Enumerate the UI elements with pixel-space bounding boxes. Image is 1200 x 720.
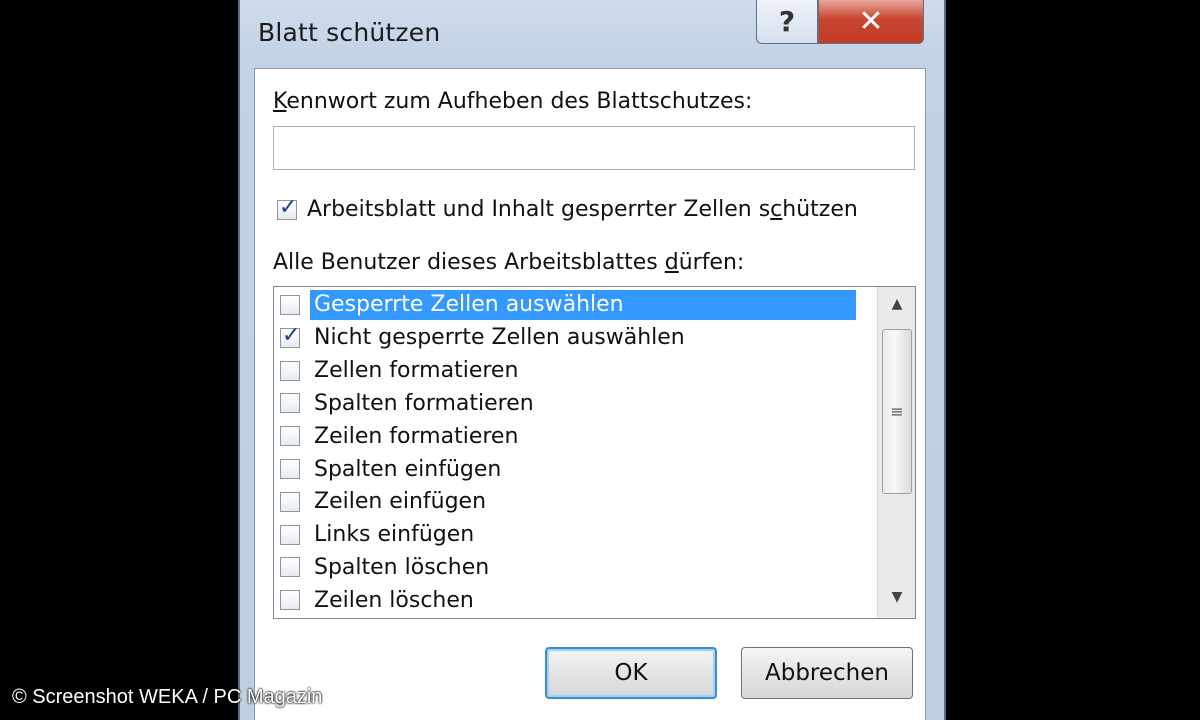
close-icon: ✕ xyxy=(858,4,884,39)
permissions-list[interactable]: ▲ ≡ ▼ Gesperrte Zellen auswählen Nicht ge… xyxy=(273,286,916,619)
permission-label: Spalten formatieren xyxy=(314,390,534,416)
permission-checkbox[interactable] xyxy=(280,323,300,348)
scroll-thumb[interactable]: ≡ xyxy=(882,329,912,494)
permission-checkbox[interactable] xyxy=(280,360,300,381)
help-icon: ? xyxy=(778,5,796,38)
permission-item[interactable]: Gesperrte Zellen auswählen xyxy=(280,289,870,321)
permission-checkbox[interactable] xyxy=(280,524,300,545)
permission-checkbox[interactable] xyxy=(280,426,300,447)
image-credit: © Screenshot WEKA / PC Magazin xyxy=(12,686,323,708)
password-label: Kennwort zum Aufheben des Blattschutzes: xyxy=(273,89,753,114)
permission-label: Gesperrte Zellen auswählen xyxy=(310,290,856,320)
permission-label: Spalten einfügen xyxy=(314,456,502,482)
permission-item[interactable]: Zeilen löschen xyxy=(280,584,870,616)
permission-checkbox[interactable] xyxy=(280,590,300,611)
permission-label: Nicht gesperrte Zellen auswählen xyxy=(314,325,685,351)
close-button[interactable]: ✕ xyxy=(818,0,924,44)
permission-item[interactable]: Links einfügen xyxy=(280,519,870,551)
permission-item[interactable]: Spalten löschen xyxy=(280,551,870,583)
permission-item[interactable]: Zeilen einfügen xyxy=(280,486,870,518)
cancel-button[interactable]: Abbrechen xyxy=(741,647,913,699)
permission-item[interactable]: Nicht gesperrte Zellen auswählen xyxy=(280,322,870,354)
scroll-down-icon[interactable]: ▼ xyxy=(878,582,915,612)
list-scrollbar[interactable]: ▲ ≡ ▼ xyxy=(877,287,915,618)
permission-label: Zellen formatieren xyxy=(314,358,519,384)
permission-item[interactable]: Spalten formatieren xyxy=(280,387,870,419)
ok-button[interactable]: OK xyxy=(545,647,717,699)
protect-sheet-dialog: Blatt schützen ? ✕ Kennwort zum Aufheben… xyxy=(238,0,946,720)
permission-item[interactable]: Spalten einfügen xyxy=(280,453,870,485)
permission-checkbox[interactable] xyxy=(280,557,300,578)
permission-label: Zeilen löschen xyxy=(314,587,474,613)
password-input[interactable] xyxy=(273,126,915,170)
scroll-up-icon[interactable]: ▲ xyxy=(878,289,915,319)
permission-label: Spalten löschen xyxy=(314,554,490,580)
permission-label: Zeilen formatieren xyxy=(314,423,519,449)
protect-sheet-checkbox[interactable] xyxy=(277,195,297,220)
permission-label: Links einfügen xyxy=(314,522,475,548)
grip-icon: ≡ xyxy=(890,402,904,421)
protect-sheet-checkbox-row[interactable]: Arbeitsblatt und Inhalt gesperrter Zelle… xyxy=(277,195,858,222)
permissions-label: Alle Benutzer dieses Arbeitsblattes dürf… xyxy=(273,250,745,275)
dialog-content: Kennwort zum Aufheben des Blattschutzes:… xyxy=(254,68,926,720)
help-button[interactable]: ? xyxy=(756,0,818,44)
permission-item[interactable]: Zeilen formatieren xyxy=(280,420,870,452)
permission-checkbox[interactable] xyxy=(280,295,300,315)
dialog-title: Blatt schützen xyxy=(258,18,441,47)
protect-sheet-label: Arbeitsblatt und Inhalt gesperrter Zelle… xyxy=(307,197,858,222)
permission-label: Zeilen einfügen xyxy=(314,489,487,515)
permission-checkbox[interactable] xyxy=(280,491,300,512)
permission-checkbox[interactable] xyxy=(280,393,300,414)
permission-item[interactable]: Zellen formatieren xyxy=(280,355,870,387)
permission-checkbox[interactable] xyxy=(280,459,300,479)
